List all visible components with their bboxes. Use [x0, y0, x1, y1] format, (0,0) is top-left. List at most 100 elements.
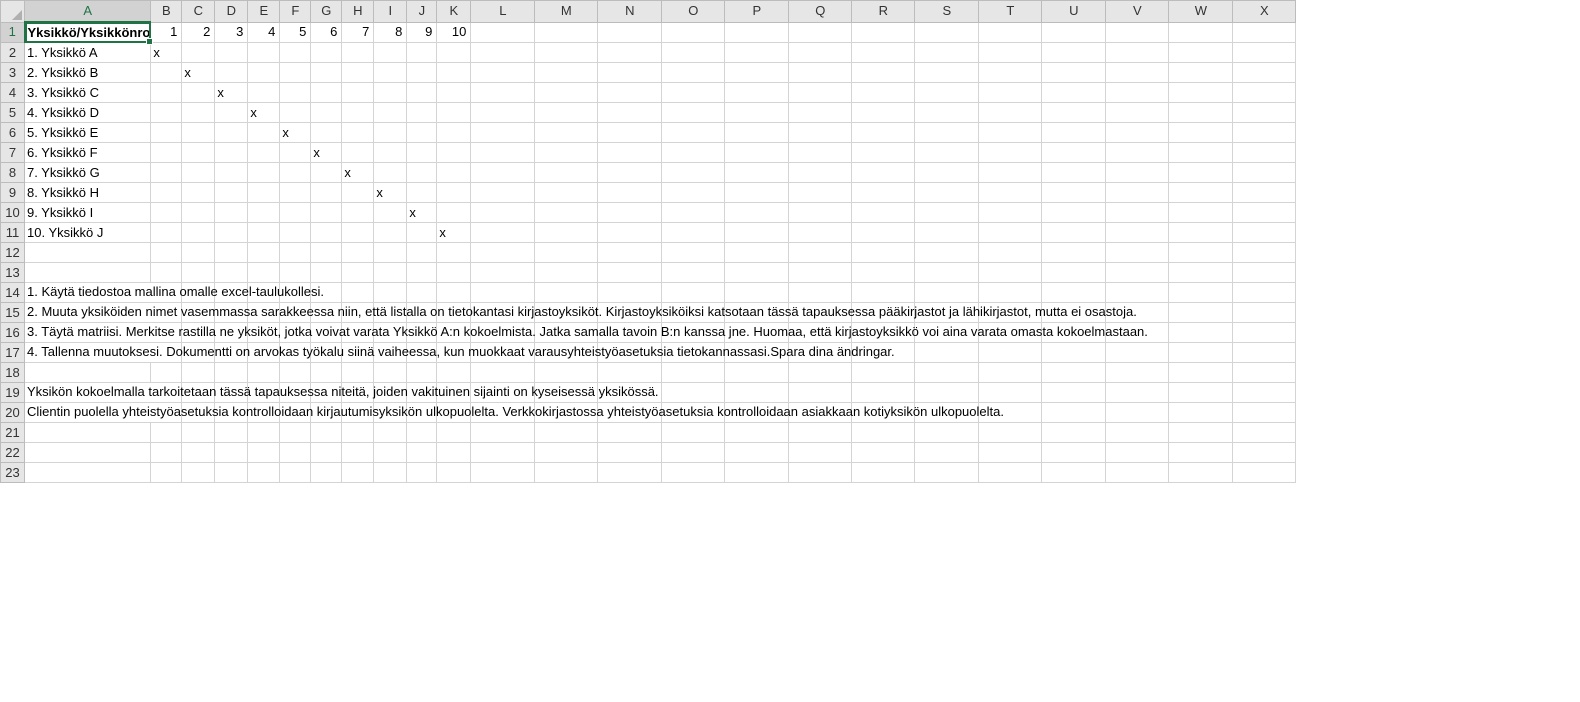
cell-f21[interactable]: [279, 422, 312, 443]
cell-a11[interactable]: 10. Yksikkö J: [23, 222, 152, 243]
cell-w19[interactable]: [1168, 382, 1234, 403]
cell-a6[interactable]: 5. Yksikkö E: [23, 122, 152, 143]
cell-l23[interactable]: [470, 462, 536, 483]
row-header-9[interactable]: 9: [0, 182, 25, 203]
cell-r7[interactable]: [851, 142, 916, 163]
cell-g6[interactable]: [310, 122, 343, 143]
cell-l22[interactable]: [470, 442, 536, 463]
cell-p1[interactable]: [724, 21, 790, 43]
cell-l7[interactable]: [470, 142, 536, 163]
cell-n22[interactable]: [597, 442, 663, 463]
cell-o7[interactable]: [661, 142, 726, 163]
cell-e21[interactable]: [247, 422, 281, 443]
cell-v18[interactable]: [1105, 362, 1170, 383]
cell-i18[interactable]: [373, 362, 408, 383]
cell-w18[interactable]: [1168, 362, 1234, 383]
cell-a8[interactable]: 7. Yksikkö G: [23, 162, 152, 183]
column-header-s[interactable]: S: [914, 0, 980, 23]
cell-a9[interactable]: 8. Yksikkö H: [23, 182, 152, 203]
column-header-m[interactable]: M: [534, 0, 599, 23]
cell-f10[interactable]: [279, 202, 312, 223]
cell-s4[interactable]: [914, 82, 980, 103]
cell-v5[interactable]: [1105, 102, 1170, 123]
row-header-19[interactable]: 19: [0, 382, 25, 403]
cell-j4[interactable]: [406, 82, 438, 103]
cell-j18[interactable]: [406, 362, 438, 383]
cell-n11[interactable]: [597, 222, 663, 243]
cell-v7[interactable]: [1105, 142, 1170, 163]
cell-h4[interactable]: [341, 82, 375, 103]
cell-p21[interactable]: [724, 422, 790, 443]
column-header-j[interactable]: J: [406, 0, 438, 23]
cell-j7[interactable]: [406, 142, 438, 163]
cell-e3[interactable]: [247, 62, 281, 83]
cell-f2[interactable]: [279, 42, 312, 63]
cell-r22[interactable]: [851, 442, 916, 463]
cell-r19[interactable]: [851, 382, 916, 403]
cell-o23[interactable]: [661, 462, 726, 483]
cell-t23[interactable]: [978, 462, 1043, 483]
row-header-22[interactable]: 22: [0, 442, 25, 463]
cell-u6[interactable]: [1041, 122, 1107, 143]
cell-d10[interactable]: [214, 202, 249, 223]
cell-p12[interactable]: [724, 242, 790, 263]
cell-v4[interactable]: [1105, 82, 1170, 103]
cell-v20[interactable]: [1105, 402, 1170, 423]
cell-d9[interactable]: [214, 182, 249, 203]
cell-h14[interactable]: [341, 282, 375, 303]
cell-o21[interactable]: [661, 422, 726, 443]
cell-q12[interactable]: [788, 242, 853, 263]
cell-h21[interactable]: [341, 422, 375, 443]
cell-b13[interactable]: [150, 262, 183, 283]
cell-c9[interactable]: [181, 182, 216, 203]
cell-o6[interactable]: [661, 122, 726, 143]
cell-s7[interactable]: [914, 142, 980, 163]
cell-a3[interactable]: 2. Yksikkö B: [23, 62, 152, 83]
cell-a16[interactable]: 3. Täytä matriisi. Merkitse rastilla ne …: [23, 322, 1148, 343]
column-header-o[interactable]: O: [661, 0, 726, 23]
cell-n9[interactable]: [597, 182, 663, 203]
cell-u11[interactable]: [1041, 222, 1107, 243]
cell-g22[interactable]: [310, 442, 343, 463]
cell-r11[interactable]: [851, 222, 916, 243]
cell-m21[interactable]: [534, 422, 599, 443]
cell-j21[interactable]: [406, 422, 438, 443]
cell-t9[interactable]: [978, 182, 1043, 203]
cell-k8[interactable]: [436, 162, 472, 183]
cell-d4[interactable]: x: [214, 82, 249, 103]
cell-a10[interactable]: 9. Yksikkö I: [23, 202, 152, 223]
cell-r3[interactable]: [851, 62, 916, 83]
cell-g10[interactable]: [310, 202, 343, 223]
cell-m18[interactable]: [534, 362, 599, 383]
cell-x7[interactable]: [1232, 142, 1297, 163]
cell-f7[interactable]: [279, 142, 312, 163]
cell-x20[interactable]: [1232, 402, 1297, 423]
cell-d13[interactable]: [214, 262, 249, 283]
cell-x10[interactable]: [1232, 202, 1297, 223]
cell-p3[interactable]: [724, 62, 790, 83]
cell-e4[interactable]: [247, 82, 281, 103]
row-header-21[interactable]: 21: [0, 422, 25, 443]
cell-d2[interactable]: [214, 42, 249, 63]
cell-a23[interactable]: [23, 462, 152, 483]
cell-j14[interactable]: [406, 282, 438, 303]
column-header-k[interactable]: K: [436, 0, 472, 23]
cell-g18[interactable]: [310, 362, 343, 383]
cell-h11[interactable]: [341, 222, 375, 243]
cell-p13[interactable]: [724, 262, 790, 283]
cell-q2[interactable]: [788, 42, 853, 63]
cell-r2[interactable]: [851, 42, 916, 63]
cell-i14[interactable]: [373, 282, 408, 303]
cell-l12[interactable]: [470, 242, 536, 263]
cell-q23[interactable]: [788, 462, 853, 483]
cell-c22[interactable]: [181, 442, 216, 463]
cell-d8[interactable]: [214, 162, 249, 183]
cell-c21[interactable]: [181, 422, 216, 443]
cell-h23[interactable]: [341, 462, 375, 483]
cell-j11[interactable]: [406, 222, 438, 243]
cell-b10[interactable]: [150, 202, 183, 223]
row-header-17[interactable]: 17: [0, 342, 25, 363]
cell-x23[interactable]: [1232, 462, 1297, 483]
cell-d12[interactable]: [214, 242, 249, 263]
cell-o18[interactable]: [661, 362, 726, 383]
